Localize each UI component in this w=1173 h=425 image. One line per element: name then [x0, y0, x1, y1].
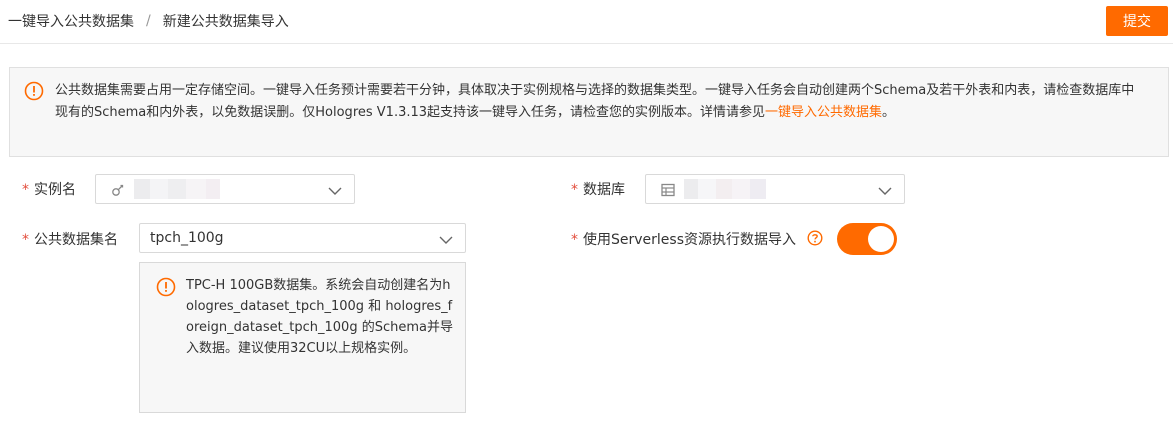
breadcrumb-item-import[interactable]: 一键导入公共数据集	[8, 11, 134, 31]
chevron-down-icon	[439, 233, 453, 249]
serverless-label: * 使用Serverless资源执行数据导入	[571, 229, 796, 249]
dataset-tip: TPC-H 100GB数据集。系统会自动创建名为hologres_dataset…	[139, 262, 466, 413]
notice-suffix: 。	[882, 105, 896, 120]
dataset-tip-text: TPC-H 100GB数据集。系统会自动创建名为hologres_dataset…	[186, 278, 453, 356]
top-bar: 一键导入公共数据集 / 新建公共数据集导入 提交	[0, 0, 1173, 44]
breadcrumb: 一键导入公共数据集 / 新建公共数据集导入	[8, 11, 289, 31]
required-mark: *	[571, 182, 578, 198]
instance-select[interactable]	[95, 174, 355, 204]
submit-button[interactable]: 提交	[1106, 6, 1168, 36]
info-circle-icon	[24, 81, 44, 105]
notice-text: 公共数据集需要占用一定存储空间。一键导入任务预计需要若干分钟，具体取决于实例规格…	[55, 83, 1135, 120]
instance-value-redacted	[134, 179, 220, 199]
required-mark: *	[22, 182, 29, 198]
chevron-down-icon	[328, 184, 342, 200]
database-value-redacted	[684, 179, 766, 199]
required-mark: *	[571, 232, 578, 248]
info-circle-icon	[156, 277, 176, 301]
chevron-down-icon	[878, 184, 892, 200]
question-circle-icon[interactable]	[807, 230, 823, 250]
serverless-label-text: 使用Serverless资源执行数据导入	[583, 232, 797, 248]
instance-label: * 实例名	[22, 179, 76, 199]
instance-label-text: 实例名	[34, 182, 76, 198]
dataset-label-text: 公共数据集名	[34, 232, 118, 248]
database-icon	[660, 182, 676, 202]
breadcrumb-item-current: 新建公共数据集导入	[162, 14, 289, 30]
database-label: * 数据库	[571, 179, 625, 199]
toggle-knob	[868, 226, 894, 252]
notice-text-wrap: 公共数据集需要占用一定存储空间。一键导入任务预计需要若干分钟，具体取决于实例规格…	[55, 80, 1140, 124]
dataset-select[interactable]: tpch_100g	[139, 223, 466, 253]
breadcrumb-separator: /	[146, 13, 151, 29]
serverless-toggle[interactable]	[837, 223, 897, 255]
dataset-value: tpch_100g	[150, 230, 224, 246]
database-label-text: 数据库	[583, 182, 625, 198]
dataset-label: * 公共数据集名	[22, 229, 118, 249]
required-mark: *	[22, 232, 29, 248]
notice-banner: 公共数据集需要占用一定存储空间。一键导入任务预计需要若干分钟，具体取决于实例规格…	[9, 67, 1169, 157]
instance-icon	[110, 182, 126, 202]
notice-link[interactable]: 一键导入公共数据集	[765, 105, 882, 120]
database-select[interactable]	[645, 174, 905, 204]
